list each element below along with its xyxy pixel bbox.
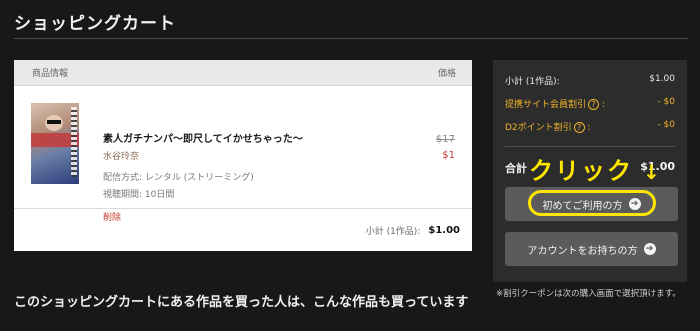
affiliate-discount-row: 提携サイト会員割引? : - $0 (505, 97, 675, 110)
recommendation-heading: このショッピングカートにある作品を買った人は、こんな作品も買っています (14, 295, 469, 310)
affiliate-discount-label: 提携サイト会員割引 (505, 100, 587, 110)
annotation-arrow-icon: ↓ (643, 160, 660, 184)
cart-item: 素人ガチナンパ～即尺してイかせちゃった～ 水谷玲奈 配信方式: レンタル (スト… (14, 86, 472, 223)
cart-header-price: 価格 (437, 69, 456, 79)
cart-subtotal-value: $1.00 (428, 225, 460, 236)
help-icon[interactable]: ? (588, 99, 600, 110)
thumbnail-text (71, 107, 77, 177)
summary-divider (505, 146, 675, 147)
existing-account-button[interactable]: アカウントをお持ちの方 ➔ (505, 232, 678, 266)
cart-panel: 商品情報 価格 素人ガチナンパ～即尺してイかせちゃった～ 水谷玲奈 配信方式: … (14, 60, 472, 251)
original-price: $17 (435, 134, 455, 145)
delivery-method: 配信方式: レンタル (ストリーミング) (103, 173, 254, 183)
thumbnail-mosaic-bar (47, 120, 61, 124)
d2-points-label: D2ポイント割引 (505, 123, 572, 133)
total-label: 合計 (505, 162, 527, 175)
page-title: ショッピングカート (14, 14, 176, 34)
product-title[interactable]: 素人ガチナンパ～即尺してイかせちゃった～ (103, 130, 303, 145)
cart-subtotal: 小計 (1作品): $1.00 (366, 224, 460, 237)
d2-points-label-wrap: D2ポイント割引? : (505, 122, 591, 133)
annotation-click-text: クリック (529, 157, 633, 185)
existing-account-label: アカウントをお持ちの方 (527, 245, 638, 257)
cart-header-product: 商品情報 (32, 69, 69, 79)
help-icon[interactable]: ? (573, 122, 585, 133)
viewing-period: 視聴期間: 10日間 (103, 190, 175, 200)
product-thumbnail[interactable] (31, 103, 79, 184)
title-divider (14, 38, 688, 39)
arrow-right-circle-icon: ➔ (643, 243, 656, 255)
d2-points-row: D2ポイント割引? : - $0 (505, 120, 675, 133)
summary-subtotal-label: 小計 (1作品): (505, 77, 560, 87)
affiliate-discount-value: - $0 (657, 97, 675, 107)
cart-header: 商品情報 価格 (14, 60, 472, 86)
annotation-highlight-ellipse (528, 190, 656, 216)
product-actress[interactable]: 水谷玲奈 (103, 149, 139, 162)
d2-points-value: - $0 (657, 120, 675, 130)
affiliate-discount-label-wrap: 提携サイト会員割引? : (505, 99, 605, 110)
sale-price: $1 (442, 150, 455, 161)
coupon-note: ※割引クーポンは次の購入画面で選択頂けます。 (496, 289, 681, 299)
delete-link[interactable]: 削除 (103, 210, 121, 223)
cart-subtotal-label: 小計 (1作品): (365, 227, 421, 237)
summary-subtotal-row: 小計 (1作品): $1.00 (505, 74, 675, 87)
summary-subtotal-value: $1.00 (649, 74, 675, 84)
